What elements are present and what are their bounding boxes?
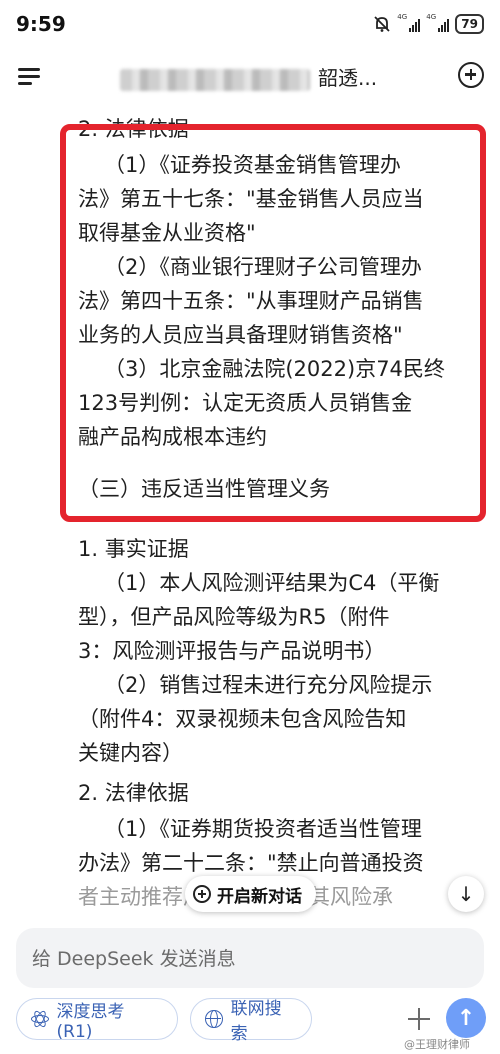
status-bar: 9:59 4G 4G 79: [0, 0, 500, 48]
send-button[interactable]: ↑: [446, 998, 486, 1038]
status-icons: 4G 4G 79: [373, 13, 484, 34]
mute-bell-icon: [374, 16, 390, 32]
watermark: @王理财律师: [404, 1038, 470, 1051]
new-dialog-label: 开启新对话: [217, 886, 302, 907]
new-dialog-button[interactable]: 开启新对话: [185, 876, 316, 912]
message-content[interactable]: 2. 法律依据 （1）《证券投资基金销售管理办 法》第五十七条："基金销售人员应…: [0, 100, 500, 930]
attach-plus-icon[interactable]: [404, 1004, 434, 1034]
status-time: 9:59: [16, 12, 66, 36]
new-chat-icon[interactable]: [458, 62, 484, 88]
plus-circle-icon: [193, 885, 211, 903]
message-line: 关键内容）: [78, 741, 183, 765]
battery-indicator: 79: [455, 14, 484, 34]
message-line: 办法》第二十二条："禁止向普通投资: [78, 851, 424, 875]
conversation-title: 韶透...: [120, 62, 377, 91]
signal-icon-2: 4G: [426, 13, 450, 32]
arrow-down-icon: ↓: [457, 882, 475, 906]
highlight-frame: [60, 124, 486, 522]
web-search-label: 联网搜索: [230, 999, 282, 1044]
message-line: 1. 事实证据: [78, 537, 189, 561]
globe-icon: [205, 1010, 223, 1028]
blurred-title-text: [120, 68, 310, 91]
deep-think-button[interactable]: 深度思考 (R1): [16, 998, 178, 1042]
message-input[interactable]: [30, 928, 454, 990]
scroll-down-button[interactable]: ↓: [448, 876, 484, 912]
arrow-up-icon: ↑: [456, 1005, 476, 1031]
message-line: （2）销售过程未进行充分风险提示: [104, 673, 433, 697]
atom-icon: [31, 1009, 49, 1029]
signal-icon: 4G: [397, 13, 421, 32]
message-input-box[interactable]: [16, 928, 484, 990]
message-line: （1）本人风险测评结果为C4（平衡: [104, 571, 440, 595]
message-line: 型），但产品风险等级为R5（附件: [78, 605, 390, 629]
message-line: （附件4：双录视频未包含风险告知: [78, 707, 407, 731]
web-search-button[interactable]: 联网搜索: [190, 998, 312, 1044]
message-line: 2. 法律依据: [78, 781, 189, 805]
app-header: 韶透...: [0, 50, 500, 100]
message-line: （1）《证券期货投资者适当性管理: [104, 817, 422, 841]
menu-icon[interactable]: [18, 66, 44, 86]
deep-think-label: 深度思考 (R1): [56, 1001, 125, 1042]
message-line: 3：风险测评报告与产品说明书）: [78, 639, 386, 663]
